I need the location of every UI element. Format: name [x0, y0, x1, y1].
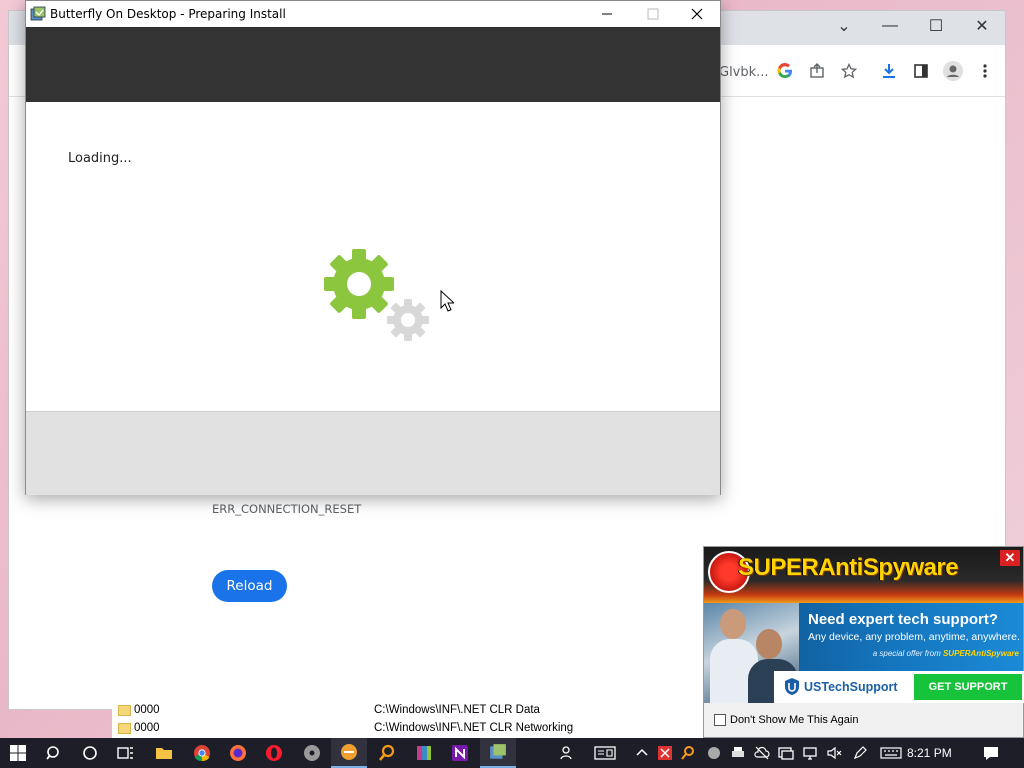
offer-note: a special offer from SUPERAntiSpyware	[873, 649, 1019, 658]
search-icon[interactable]	[36, 738, 72, 768]
cta-row: USTechSupport GET SUPPORT	[774, 671, 1024, 703]
offer-brand: SUPERAntiSpyware	[942, 649, 1019, 658]
search-tray-icon[interactable]	[680, 745, 696, 761]
file-explorer-icon[interactable]	[146, 738, 182, 768]
antispyware-popup: SUPERAntiSpyware ✕ Need expert tech supp…	[703, 546, 1024, 738]
chrome-icon[interactable]	[184, 738, 220, 768]
ad-headline: Need expert tech support?	[808, 611, 999, 628]
app-icon	[30, 6, 46, 21]
omnibox-url[interactable]: Glvbk...	[719, 65, 769, 80]
minimize-button[interactable]: —	[867, 11, 913, 41]
clock[interactable]: 8:21 PM	[907, 746, 952, 760]
list-item[interactable]: 0000 C:\Windows\INF\.NET CLR Networking	[112, 720, 712, 738]
installer-header-banner	[26, 27, 720, 102]
dont-show-checkbox[interactable]	[714, 714, 726, 726]
offer-prefix: a special offer from	[872, 649, 941, 658]
installer-taskbar-icon[interactable]	[331, 738, 367, 768]
error-code: ERR_CONNECTION_RESET	[212, 502, 362, 516]
profile-avatar-icon[interactable]	[941, 59, 965, 83]
installer-body: Loading...	[26, 102, 720, 411]
dont-show-label: Don't Show Me This Again	[730, 714, 859, 726]
printer-icon[interactable]	[730, 745, 746, 761]
file-explorer-list: 0000 C:\Windows\INF\.NET CLR Data 0000 C…	[112, 702, 712, 740]
partner-logo: USTechSupport	[804, 680, 898, 694]
volume-muted-icon[interactable]	[826, 745, 842, 761]
popup-header: SUPERAntiSpyware ✕	[704, 547, 1023, 603]
disc-app-icon[interactable]	[294, 738, 330, 768]
display-icon[interactable]	[778, 745, 794, 761]
dont-show-checkbox-row[interactable]: Don't Show Me This Again	[714, 714, 858, 726]
file-name: 0000	[134, 704, 160, 716]
chevron-up-icon[interactable]	[634, 745, 650, 761]
network-icon[interactable]	[802, 745, 818, 761]
window-title: Butterfly On Desktop - Preparing Install	[50, 7, 286, 21]
taskbar: 8:21 PM	[0, 738, 1024, 768]
firefox-icon[interactable]	[220, 738, 256, 768]
folder-icon	[118, 723, 131, 734]
file-path: C:\Windows\INF\.NET CLR Networking	[374, 722, 574, 734]
share-icon[interactable]	[805, 59, 829, 83]
task-view-icon[interactable]	[108, 738, 144, 768]
reload-button[interactable]: Reload	[212, 570, 287, 602]
loading-text: Loading...	[68, 151, 132, 166]
google-icon[interactable]	[773, 59, 797, 83]
more-menu-icon[interactable]	[973, 59, 997, 83]
brand-logo: SUPERAntiSpyware	[738, 554, 959, 581]
archive-app-icon[interactable]	[406, 738, 442, 768]
side-panel-icon[interactable]	[909, 59, 933, 83]
file-path: C:\Windows\INF\.NET CLR Data	[374, 704, 540, 716]
start-button[interactable]	[0, 738, 36, 768]
installer-app-taskbar-icon[interactable]	[480, 738, 516, 768]
mouse-cursor-icon	[440, 290, 454, 312]
shield-icon	[785, 678, 799, 695]
installer-window: Butterfly On Desktop - Preparing Install…	[25, 0, 721, 495]
bookmark-star-icon[interactable]	[837, 59, 861, 83]
installer-titlebar[interactable]: Butterfly On Desktop - Preparing Install	[26, 1, 720, 27]
maximize-button[interactable]: ☐	[913, 11, 959, 41]
ad-subline: Any device, any problem, anytime, anywhe…	[808, 631, 1020, 643]
opera-icon[interactable]	[256, 738, 292, 768]
cloud-off-icon[interactable]	[754, 745, 770, 761]
people-icon[interactable]	[560, 745, 576, 761]
onenote-icon[interactable]	[442, 738, 478, 768]
app-tray-icon[interactable]	[706, 745, 722, 761]
windows-logo-icon	[10, 745, 26, 761]
installer-footer	[26, 411, 720, 495]
pen-icon[interactable]	[852, 745, 868, 761]
folder-icon	[118, 705, 131, 716]
loading-gears-icon	[324, 249, 429, 341]
notification-icon[interactable]	[983, 745, 999, 761]
ad-banner[interactable]: Need expert tech support? Any device, an…	[704, 603, 1024, 703]
security-tray-icon[interactable]	[657, 745, 673, 761]
close-button[interactable]: ✕	[959, 11, 1005, 41]
list-item[interactable]: 0000 C:\Windows\INF\.NET CLR Data	[112, 702, 712, 720]
get-support-button[interactable]: GET SUPPORT	[914, 674, 1022, 700]
news-icon[interactable]	[594, 745, 616, 761]
tab-search-chevron-icon[interactable]: ⌄	[821, 11, 867, 41]
keyboard-icon[interactable]	[880, 745, 902, 761]
download-icon[interactable]	[877, 59, 901, 83]
popup-close-button[interactable]: ✕	[1000, 550, 1020, 566]
file-name: 0000	[134, 722, 160, 734]
close-button[interactable]	[674, 1, 720, 27]
maximize-button	[630, 1, 676, 27]
search-tool-icon[interactable]	[369, 738, 405, 768]
minimize-button[interactable]	[584, 1, 630, 27]
cortana-icon[interactable]	[72, 738, 108, 768]
